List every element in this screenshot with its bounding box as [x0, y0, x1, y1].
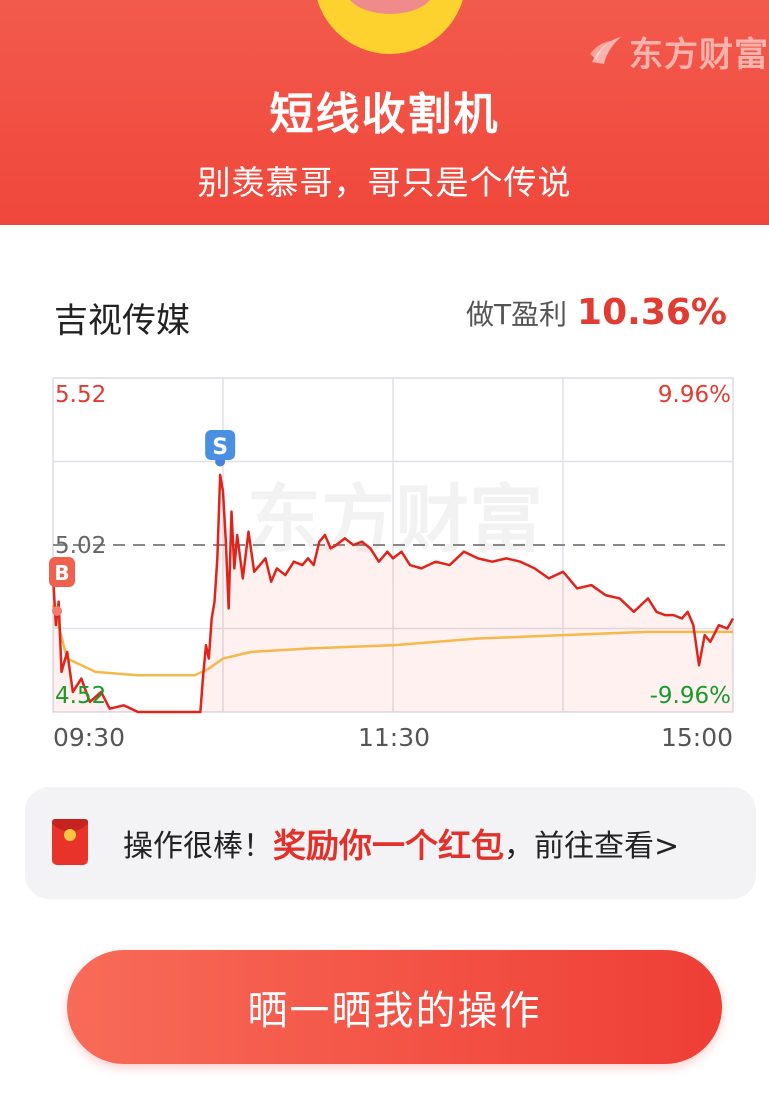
pct-label-bottom: -9.96% [650, 683, 731, 709]
page-subtitle: 别羡慕哥，哥只是个传说 [197, 163, 572, 202]
share-operation-button[interactable]: 晒一晒我的操作 [67, 950, 722, 1064]
reward-prefix: 操作很棒！ [123, 829, 273, 864]
x-label-open: 09:30 [53, 723, 125, 752]
brand-logo: 东方财富 [589, 26, 769, 76]
y-label-top: 5.52 [55, 382, 106, 408]
profit-label: 做T盈利 [465, 298, 568, 331]
reward-highlight: 奖励你一个红包 [273, 826, 504, 865]
buy-point-dot [52, 606, 62, 617]
brand-name: 东方财富 [629, 34, 769, 75]
y-label-bottom: 4.52 [55, 683, 106, 709]
reward-link[interactable]: ，前往查看> [504, 821, 679, 865]
intraday-chart: 东方财富 B S 5.52 5.02 4.52 9.96% -9.96% 09:3… [49, 377, 735, 752]
y-label-middle: 5.02 [55, 533, 106, 559]
reward-banner[interactable]: 操作很棒！ 奖励你一个红包 ，前往查看> [25, 787, 756, 899]
reward-message: 操作很棒！ 奖励你一个红包 ，前往查看> [123, 787, 679, 899]
mascot-face-icon [317, 0, 463, 54]
buy-marker-label: B [54, 561, 69, 585]
page-title: 短线收割机 [269, 89, 500, 140]
pct-label-top: 9.96% [658, 382, 731, 408]
chart-watermark: 东方财富 [247, 477, 543, 563]
sell-marker-label: S [212, 435, 228, 460]
profit-value: 10.36% [577, 292, 727, 333]
profit-summary: 做T盈利 10.36% [466, 292, 727, 333]
brand-mark-icon [590, 37, 621, 64]
x-label-close: 15:00 [661, 723, 733, 752]
red-envelope-icon [52, 819, 88, 865]
stock-name: 吉视传媒 [54, 301, 190, 341]
header-banner: 东方财富 短线收割机 别羡慕哥，哥只是个传说 [0, 0, 769, 225]
x-label-midday: 11:30 [358, 723, 430, 752]
